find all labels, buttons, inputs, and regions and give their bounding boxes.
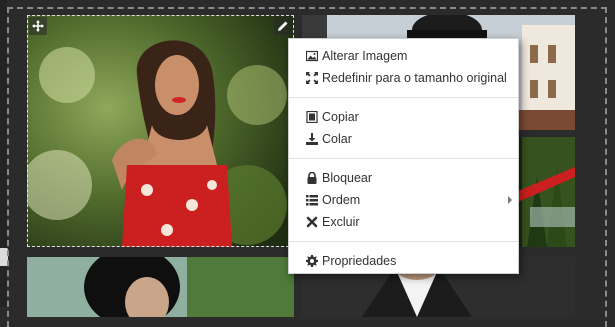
menu-label-properties: Propriedades — [322, 254, 397, 268]
menu-divider — [289, 241, 518, 242]
editor-canvas: Alterar Imagem Redefinir para o tamanho … — [0, 0, 615, 327]
menu-item-lock[interactable]: Bloquear — [289, 167, 518, 189]
copy-icon — [306, 111, 318, 123]
gear-icon — [306, 255, 318, 267]
pencil-icon — [278, 21, 288, 31]
menu-label-lock: Bloquear — [322, 171, 373, 185]
submenu-arrow-icon — [508, 196, 512, 204]
photo-portrait — [27, 257, 294, 317]
context-menu: Alterar Imagem Redefinir para o tamanho … — [288, 38, 519, 274]
menu-label-reset-size: Redefinir para o tamanho original — [322, 71, 507, 85]
expand-icon — [306, 72, 318, 84]
menu-item-change-image[interactable]: Alterar Imagem — [289, 45, 518, 67]
image-icon — [306, 50, 318, 62]
menu-item-order[interactable]: Ordem — [289, 189, 518, 211]
menu-item-paste[interactable]: Colar — [289, 128, 518, 150]
menu-item-copy[interactable]: Copiar — [289, 106, 518, 128]
list-icon — [306, 194, 318, 206]
menu-label-change-image: Alterar Imagem — [322, 49, 408, 63]
menu-item-delete[interactable]: Excluir — [289, 211, 518, 233]
menu-label-paste: Colar — [322, 132, 352, 146]
selected-image-tile[interactable] — [27, 15, 294, 247]
menu-item-properties[interactable]: Propriedades — [289, 250, 518, 272]
photo-woman-red-dress — [27, 15, 294, 247]
menu-divider — [289, 158, 518, 159]
menu-label-copy: Copiar — [322, 110, 359, 124]
menu-label-delete: Excluir — [322, 215, 360, 229]
download-icon — [306, 133, 318, 145]
move-icon — [32, 20, 44, 32]
edit-button[interactable] — [274, 17, 292, 35]
menu-item-reset-size[interactable]: Redefinir para o tamanho original — [289, 67, 518, 89]
lock-icon — [306, 172, 318, 184]
menu-label-order: Ordem — [322, 193, 361, 207]
close-icon — [306, 216, 318, 228]
move-handle[interactable] — [29, 17, 47, 35]
image-tile-portrait[interactable] — [27, 257, 294, 317]
menu-divider — [289, 97, 518, 98]
